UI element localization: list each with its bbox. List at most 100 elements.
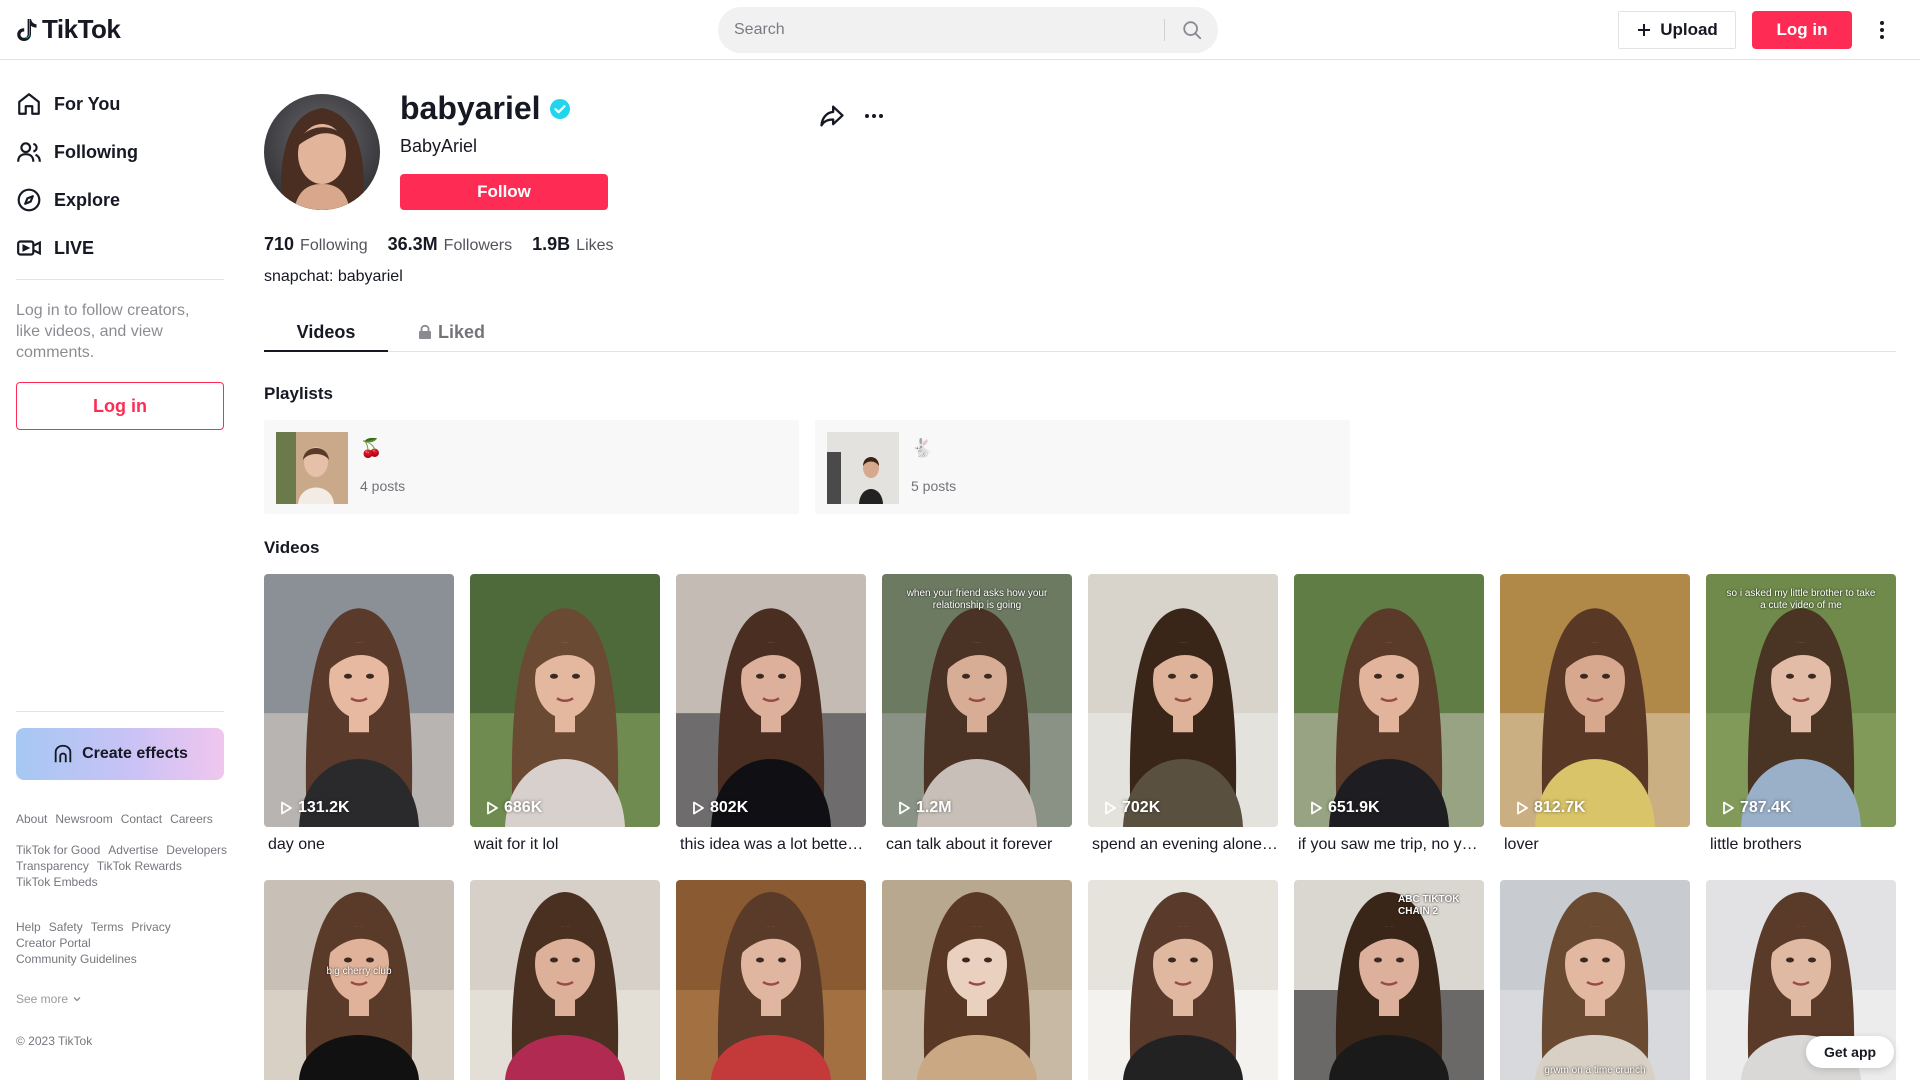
footer-link[interactable]: Advertise <box>108 843 158 857</box>
nav-for-you[interactable]: For You <box>16 84 120 124</box>
tiktok-logo[interactable]: TikTok <box>16 14 121 45</box>
video-card[interactable] <box>676 880 866 1080</box>
video-card[interactable]: grwm on a time crunch <box>1500 880 1690 1080</box>
video-card[interactable]: 651.9K if you saw me trip, no you didn't <box>1294 574 1484 854</box>
video-card[interactable]: big cherry club <box>264 880 454 1080</box>
video-card[interactable]: when your friend asks how your relations… <box>882 574 1072 854</box>
video-thumbnail[interactable] <box>1088 880 1278 1080</box>
see-more-link[interactable]: See more <box>16 992 82 1006</box>
footer-link[interactable]: Transparency <box>16 859 89 873</box>
video-card[interactable]: 686K wait for it lol <box>470 574 660 854</box>
video-card[interactable]: 702K spend an evening alone with me <box>1088 574 1278 854</box>
video-thumbnail[interactable]: 651.9K <box>1294 574 1484 827</box>
video-thumbnail[interactable]: so i asked my little brother to take a c… <box>1706 574 1896 827</box>
footer-link[interactable]: Help <box>16 920 41 934</box>
video-thumbnail[interactable]: big cherry club <box>264 880 454 1080</box>
video-thumbnail[interactable] <box>882 880 1072 1080</box>
video-thumbnail[interactable]: when your friend asks how your relations… <box>882 574 1072 827</box>
play-icon <box>281 801 292 815</box>
videos-heading: Videos <box>264 538 320 557</box>
stat-value: 1.9B <box>532 234 571 254</box>
footer-link[interactable]: TikTok Embeds <box>16 875 98 889</box>
video-thumbnail[interactable]: 686K <box>470 574 660 827</box>
view-count-text: 686K <box>504 799 543 816</box>
video-title[interactable]: little brothers <box>1706 836 1896 854</box>
stat-followers[interactable]: 36.3M Followers <box>388 234 513 255</box>
video-card[interactable] <box>882 880 1072 1080</box>
more-actions-icon[interactable] <box>860 102 888 130</box>
follow-button[interactable]: Follow <box>400 174 608 210</box>
logo-text: TikTok <box>42 14 121 44</box>
video-thumbnail[interactable]: grwm on a time crunch <box>1500 880 1690 1080</box>
stat-value: 36.3M <box>387 234 438 254</box>
search-bar <box>718 7 1218 53</box>
play-icon <box>1517 801 1528 815</box>
footer-link[interactable]: About <box>16 812 47 826</box>
video-card[interactable]: 812.7K lover <box>1500 574 1690 854</box>
playlist-card[interactable]: 🍒 4 posts <box>264 420 799 514</box>
playlist-count: 5 posts <box>911 478 957 494</box>
video-title[interactable]: lover <box>1500 836 1690 854</box>
nav-live[interactable]: LIVE <box>16 228 94 268</box>
nav-explore[interactable]: Explore <box>16 180 120 220</box>
video-card[interactable] <box>1088 880 1278 1080</box>
playlist-thumbnail <box>827 432 899 504</box>
search-button[interactable] <box>1165 7 1218 53</box>
stat-following[interactable]: 710 Following <box>264 234 368 255</box>
video-title[interactable]: wait for it lol <box>470 836 660 854</box>
view-count-text: 1.2M <box>916 799 952 816</box>
footer-link[interactable]: Community Guidelines <box>16 952 216 966</box>
video-thumbnail[interactable]: 802K <box>676 574 866 827</box>
video-title[interactable]: if you saw me trip, no you didn't <box>1294 836 1484 854</box>
get-app-button[interactable]: Get app <box>1806 1036 1894 1068</box>
header-login-button[interactable]: Log in <box>1752 11 1852 49</box>
tab-liked[interactable]: Liked <box>418 312 485 352</box>
tab-videos[interactable]: Videos <box>264 312 388 352</box>
share-icon[interactable] <box>818 102 846 130</box>
nav-label: LIVE <box>54 237 95 258</box>
compass-icon <box>17 188 41 212</box>
video-thumbnail[interactable] <box>470 880 660 1080</box>
create-effects-button[interactable]: Create effects <box>16 728 224 780</box>
video-card[interactable]: so i asked my little brother to take a c… <box>1706 574 1896 854</box>
nav-following[interactable]: Following <box>16 132 138 172</box>
footer-link[interactable]: Careers <box>170 812 213 826</box>
video-thumbnail[interactable]: 812.7K <box>1500 574 1690 827</box>
stat-label: Following <box>300 237 368 254</box>
playlist-card[interactable]: 🐇 5 posts <box>815 420 1350 514</box>
video-thumbnail[interactable]: ABC TIKTOK CHAIN 2 <box>1294 880 1484 1080</box>
footer-links-company: About Newsroom Contact Careers <box>16 812 236 826</box>
footer-link[interactable]: TikTok for Good <box>16 843 100 857</box>
tab-label: Liked <box>438 321 486 342</box>
footer-link[interactable]: Terms <box>91 920 124 934</box>
footer-link[interactable]: Developers <box>166 843 227 857</box>
footer-link[interactable]: TikTok Rewards <box>97 859 182 873</box>
people-icon <box>17 142 41 162</box>
video-card[interactable]: ABC TIKTOK CHAIN 2 <box>1294 880 1484 1080</box>
video-title[interactable]: spend an evening alone with me <box>1088 836 1278 854</box>
footer-link[interactable]: Creator Portal <box>16 936 216 950</box>
upload-button[interactable]: Upload <box>1618 11 1736 49</box>
stat-value: 710 <box>264 234 295 254</box>
video-overlay-caption: when your friend asks how your relations… <box>906 588 1048 611</box>
more-options-icon[interactable] <box>1870 14 1894 46</box>
footer-link[interactable]: Contact <box>121 812 162 826</box>
home-icon <box>18 93 40 115</box>
video-title[interactable]: day one <box>264 836 454 854</box>
play-icon <box>1311 801 1322 815</box>
footer-link[interactable]: Newsroom <box>55 812 112 826</box>
play-icon <box>487 801 498 815</box>
footer-link[interactable]: Privacy <box>131 920 170 934</box>
video-thumbnail[interactable] <box>676 880 866 1080</box>
video-card[interactable]: 802K this idea was a lot better in my hea… <box>676 574 866 854</box>
footer-link[interactable]: Safety <box>49 920 83 934</box>
video-card[interactable]: 131.2K day one <box>264 574 454 854</box>
sidebar-login-button[interactable]: Log in <box>16 382 224 430</box>
nav-label: For You <box>54 93 121 114</box>
video-title[interactable]: can talk about it forever <box>882 836 1072 854</box>
video-card[interactable] <box>470 880 660 1080</box>
video-thumbnail[interactable]: 702K <box>1088 574 1278 827</box>
video-title[interactable]: this idea was a lot better in my head <box>676 836 866 854</box>
search-input[interactable] <box>734 7 1144 53</box>
video-thumbnail[interactable]: 131.2K <box>264 574 454 827</box>
